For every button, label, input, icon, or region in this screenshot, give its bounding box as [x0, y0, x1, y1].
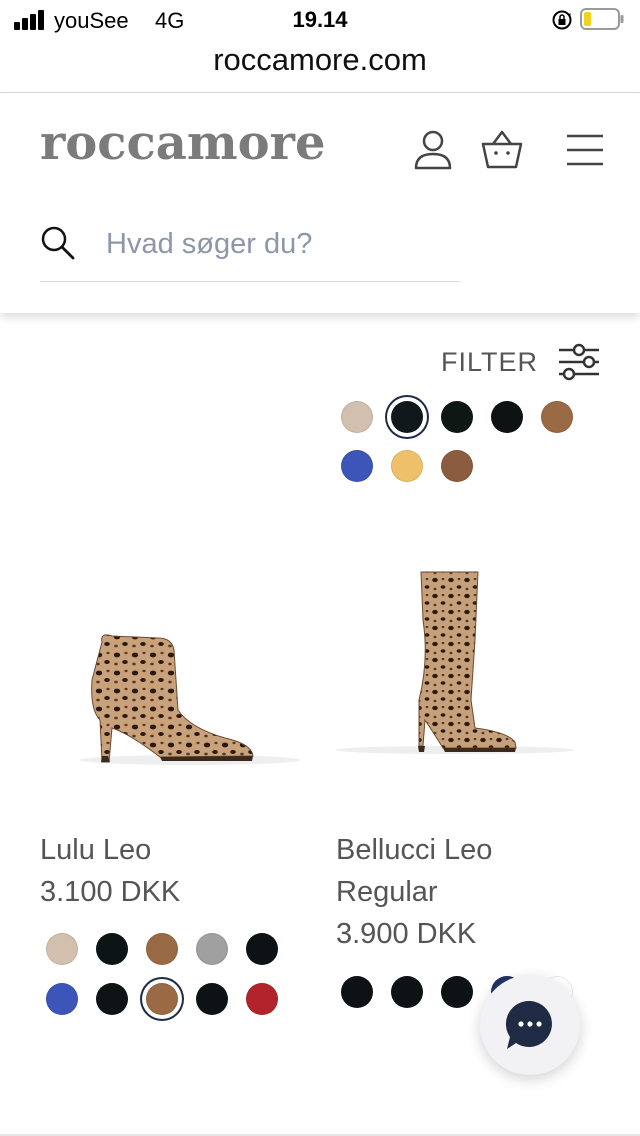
- product-price: 3.900 DKK: [336, 918, 477, 950]
- color-swatch[interactable]: [196, 983, 228, 1015]
- color-swatch[interactable]: [541, 401, 573, 433]
- url-text[interactable]: roccamore.com: [0, 42, 640, 78]
- product-image-bellucci-leo[interactable]: [335, 560, 595, 820]
- color-swatch[interactable]: [441, 976, 473, 1008]
- site-header: roccamore: [0, 93, 640, 313]
- color-swatch[interactable]: [146, 933, 178, 965]
- search-icon[interactable]: [40, 225, 76, 261]
- color-swatch[interactable]: [96, 933, 128, 965]
- user-icon[interactable]: [411, 128, 455, 172]
- filter-label: FILTER: [440, 346, 538, 377]
- color-swatch[interactable]: [246, 933, 278, 965]
- color-swatch[interactable]: [146, 983, 178, 1015]
- product-name-line2[interactable]: Regular: [336, 871, 438, 913]
- color-swatch[interactable]: [391, 450, 423, 482]
- menu-icon[interactable]: [563, 128, 607, 172]
- lock-rotation-icon: [552, 10, 572, 30]
- product-name[interactable]: Bellucci Leo: [336, 829, 492, 871]
- color-swatch[interactable]: [96, 983, 128, 1015]
- product-image-lulu-leo[interactable]: [40, 560, 300, 820]
- search-bar[interactable]: [40, 213, 460, 282]
- product-price: 3.100 DKK: [40, 876, 181, 908]
- chat-button[interactable]: [480, 975, 580, 1075]
- color-swatch[interactable]: [46, 983, 78, 1015]
- color-swatch[interactable]: [391, 401, 423, 433]
- color-swatch[interactable]: [341, 450, 373, 482]
- filter-sliders-icon: [559, 343, 599, 381]
- product-name[interactable]: Lulu Leo: [40, 829, 151, 871]
- chat-icon: [505, 1000, 552, 1049]
- status-bar: youSee 4G 19.14: [0, 0, 640, 40]
- color-swatch[interactable]: [491, 401, 523, 433]
- battery-icon: [580, 8, 624, 30]
- color-swatch[interactable]: [196, 933, 228, 965]
- color-swatch[interactable]: [341, 401, 373, 433]
- basket-icon[interactable]: [480, 128, 524, 172]
- logo[interactable]: roccamore: [40, 115, 326, 171]
- clock: 19.14: [292, 7, 348, 32]
- color-swatch[interactable]: [246, 983, 278, 1015]
- color-swatch[interactable]: [441, 401, 473, 433]
- filter-button[interactable]: FILTER: [441, 340, 600, 384]
- color-swatch[interactable]: [441, 450, 473, 482]
- color-swatch[interactable]: [46, 933, 78, 965]
- browser-address-bar[interactable]: roccamore.com: [0, 40, 640, 93]
- color-swatch[interactable]: [391, 976, 423, 1008]
- color-swatch[interactable]: [341, 976, 373, 1008]
- search-input[interactable]: [104, 223, 448, 265]
